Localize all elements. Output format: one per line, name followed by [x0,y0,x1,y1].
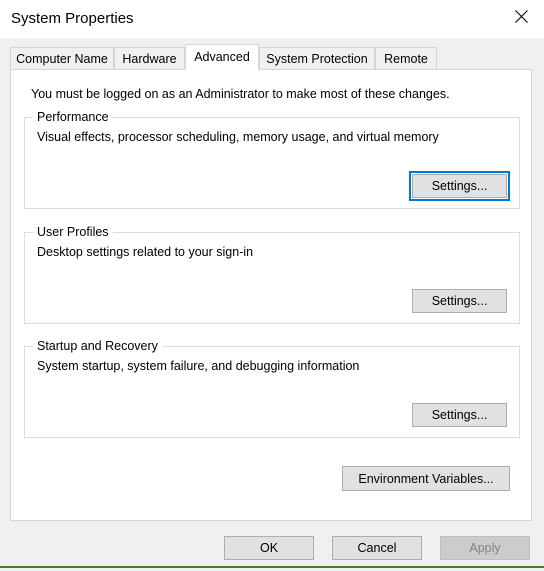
group-startup-recovery: Startup and Recovery System startup, sys… [24,346,520,438]
tab-label: Hardware [122,52,176,66]
tab-advanced[interactable]: Advanced [185,44,259,70]
tab-label: Computer Name [16,52,108,66]
tab-label: System Protection [266,52,367,66]
close-button[interactable] [498,0,544,32]
group-user-profiles-description: Desktop settings related to your sign-in [37,245,253,259]
group-performance-description: Visual effects, processor scheduling, me… [37,130,439,144]
cancel-button[interactable]: Cancel [332,536,422,560]
user-profiles-settings-button[interactable]: Settings... [412,289,507,313]
group-user-profiles: User Profiles Desktop settings related t… [24,232,520,324]
tab-remote[interactable]: Remote [375,47,437,70]
close-icon [515,10,528,23]
group-startup-recovery-description: System startup, system failure, and debu… [37,359,359,373]
title-bar: System Properties [0,0,544,38]
group-performance: Performance Visual effects, processor sc… [24,117,520,209]
bottom-accent-rule [0,566,544,568]
tab-hardware[interactable]: Hardware [114,47,185,70]
performance-settings-button[interactable]: Settings... [412,174,507,198]
tab-label: Remote [384,52,428,66]
environment-variables-button[interactable]: Environment Variables... [342,466,510,491]
ok-button[interactable]: OK [224,536,314,560]
tab-strip: Computer Name Hardware Advanced System P… [10,44,532,70]
group-user-profiles-label: User Profiles [33,225,113,239]
tab-system-protection[interactable]: System Protection [259,47,375,70]
tab-computer-name[interactable]: Computer Name [10,47,114,70]
tab-label: Advanced [194,50,250,64]
group-startup-recovery-label: Startup and Recovery [33,339,162,353]
window-title: System Properties [11,10,134,27]
startup-recovery-settings-button[interactable]: Settings... [412,403,507,427]
group-performance-label: Performance [33,110,113,124]
apply-button: Apply [440,536,530,560]
administrator-notice: You must be logged on as an Administrato… [31,87,450,101]
advanced-tab-panel: You must be logged on as an Administrato… [10,69,532,521]
